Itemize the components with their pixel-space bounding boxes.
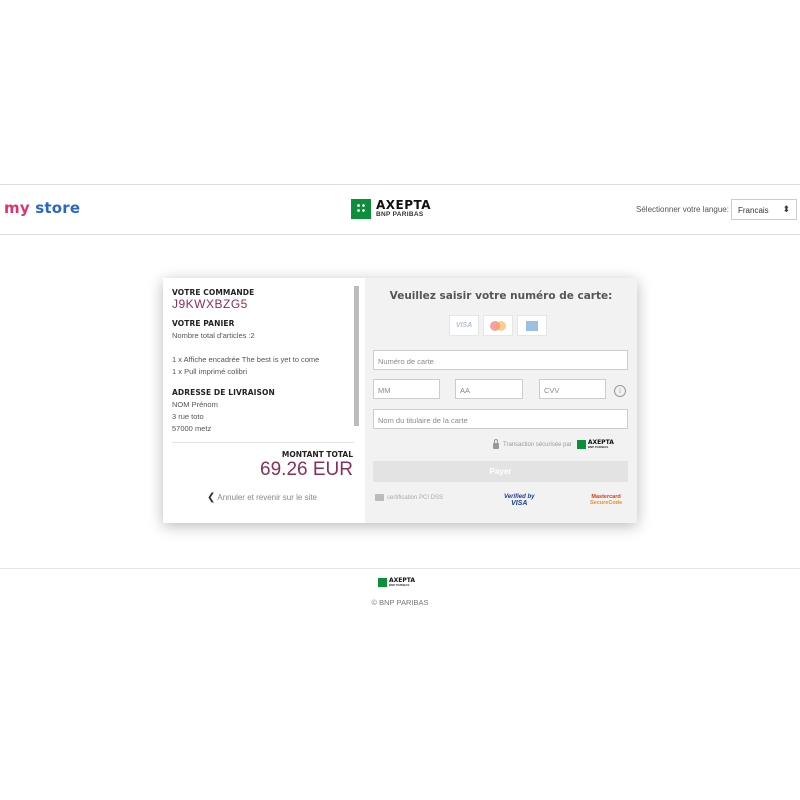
footer-axepta-logo: AXEPTA BNP PARIBAS xyxy=(378,578,415,587)
msc-line2: SecureCode xyxy=(590,500,623,507)
visa-label: VISA xyxy=(455,322,473,329)
store-logo[interactable]: my store xyxy=(4,199,80,217)
cancel-label: Annuler et revenir sur le site xyxy=(217,493,317,502)
pci-text: certification PCI DSS xyxy=(387,494,444,501)
brand-sub: BNP PARIBAS xyxy=(587,445,609,449)
brand-sub: BNP PARIBAS xyxy=(389,583,410,587)
address-line: NOM Prénom xyxy=(172,400,218,409)
lock-icon xyxy=(493,439,499,449)
amex-icon[interactable] xyxy=(517,315,547,336)
month-placeholder: MM xyxy=(378,386,391,395)
mastercard-icon[interactable] xyxy=(483,315,513,336)
axepta-logo: AXEPTA BNP PARIBAS xyxy=(351,199,431,219)
command-number: J9KWXBZG5 xyxy=(172,297,248,311)
cardholder-name-input[interactable]: Nom du titulaire de la carte xyxy=(373,409,628,429)
secure-text: Transaction sécurisée par xyxy=(503,441,572,448)
address-line: 3 rue toto xyxy=(172,412,204,421)
info-icon[interactable]: i xyxy=(614,385,626,397)
cart-item: 1 x Affiche encadrée The best is yet to … xyxy=(172,355,320,364)
pay-button[interactable]: Payer xyxy=(373,461,628,482)
year-placeholder: AA xyxy=(460,386,471,395)
divider xyxy=(172,442,354,443)
language-select[interactable]: Francais ⬍ xyxy=(731,199,797,220)
mastercard-securecode-logo: Mastercard SecureCode xyxy=(590,494,622,506)
store-logo-part1: my xyxy=(4,199,30,217)
brand-name: AXEPTA xyxy=(376,198,432,213)
store-logo-part2: store xyxy=(35,199,81,217)
scrollbar[interactable] xyxy=(354,286,359,426)
brand-sub: BNP PARIBAS xyxy=(376,211,424,219)
expiry-month-input[interactable]: MM xyxy=(373,379,440,399)
total-amount: 69.26 EUR xyxy=(260,459,353,480)
certificate-icon xyxy=(375,494,384,501)
payment-form: Veuillez saisir votre numéro de carte: V… xyxy=(365,278,637,523)
cvv-input[interactable]: CVV xyxy=(539,379,606,399)
total-label: MONTANT TOTAL xyxy=(281,450,353,459)
language-label: Sélectionner votre langue: xyxy=(636,205,729,214)
select-arrow-icon: ⬍ xyxy=(782,204,790,214)
pci-certification: certification PCI DSS xyxy=(375,494,443,501)
holder-placeholder: Nom du titulaire de la carte xyxy=(378,416,468,425)
address-line: 57000 metz xyxy=(172,424,212,433)
verified-by-visa-logo: Verified by VISA xyxy=(504,494,534,507)
delivery-label: ADRESSE DE LIVRAISON xyxy=(172,388,275,397)
cart-item: 1 x Pull imprimé colibri xyxy=(172,367,248,376)
copyright: © BNP PARIBAS xyxy=(371,598,429,607)
axepta-mini-logo: AXEPTA BNP PARIBAS xyxy=(576,440,614,449)
card-number-input[interactable]: Numéro de carte xyxy=(373,350,628,370)
cancel-link[interactable]: ❮ Annuler et revenir sur le site xyxy=(207,492,317,503)
payment-card: VOTRE COMMANDE J9KWXBZG5 VOTRE PANIER No… xyxy=(163,278,637,523)
cart-label: VOTRE PANIER xyxy=(172,319,235,328)
item-count: Nombre total d'articles :2 xyxy=(172,331,255,340)
secure-transaction: Transaction sécurisée par AXEPTA BNP PAR… xyxy=(493,439,614,449)
bnp-stars-icon xyxy=(378,578,387,587)
cvv-placeholder: CVV xyxy=(544,386,560,395)
footer-divider xyxy=(0,568,800,569)
card-number-placeholder: Numéro de carte xyxy=(378,357,434,366)
vbv-line2: VISA xyxy=(511,500,528,507)
payment-title: Veuillez saisir votre numéro de carte: xyxy=(389,290,613,302)
card-brand-selector: VISA xyxy=(449,315,547,336)
expiry-year-input[interactable]: AA xyxy=(455,379,523,399)
header: my store AXEPTA BNP PARIBAS Sélectionner… xyxy=(0,184,800,235)
chevron-left-icon: ❮ xyxy=(207,492,216,503)
bnp-stars-icon xyxy=(576,440,586,449)
order-summary: VOTRE COMMANDE J9KWXBZG5 VOTRE PANIER No… xyxy=(163,278,365,523)
command-label: VOTRE COMMANDE xyxy=(172,288,255,297)
bnp-stars-icon xyxy=(351,199,371,219)
visa-icon[interactable]: VISA xyxy=(449,315,479,336)
language-selected: Francais xyxy=(738,206,769,215)
